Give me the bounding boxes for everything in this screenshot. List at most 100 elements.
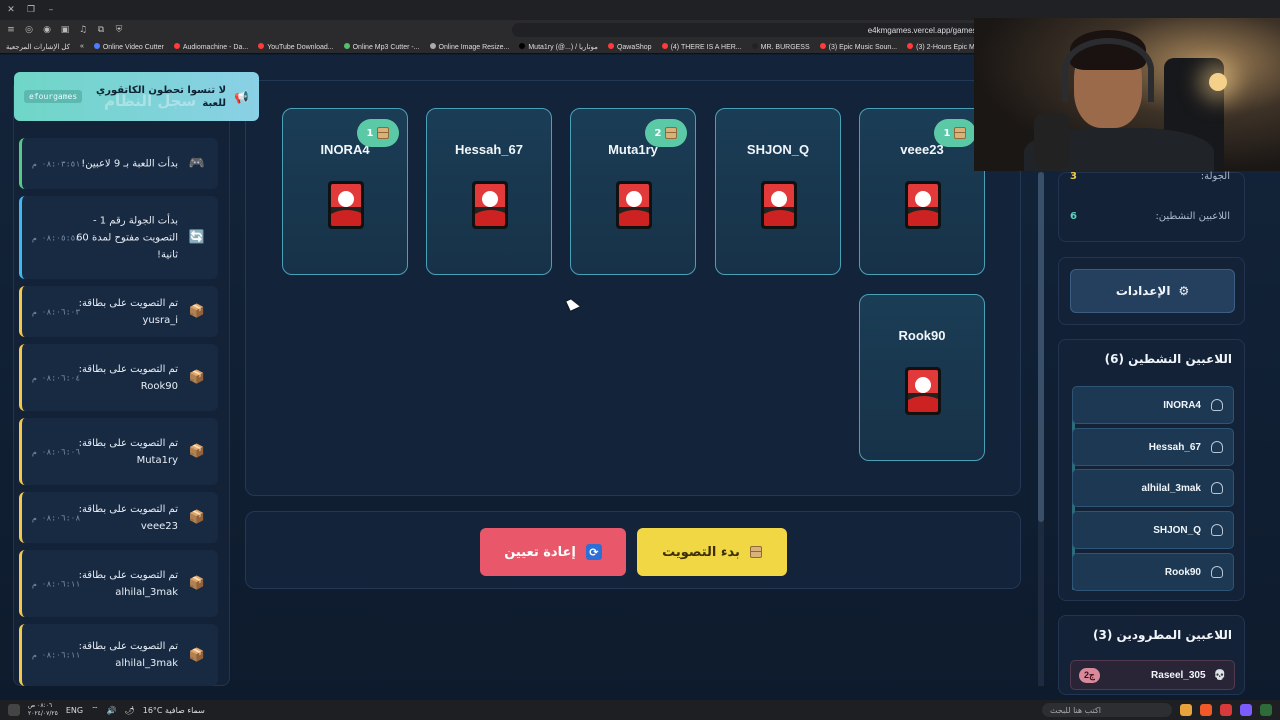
active-player-name: alhilal_3mak <box>1141 482 1201 494</box>
gear-icon: ⚙ <box>1178 284 1190 298</box>
user-icon <box>1211 399 1223 411</box>
bookmark-favicon-icon <box>907 42 914 49</box>
bookmark-item[interactable]: Online Mp3 Cutter -... <box>343 42 420 51</box>
player-card[interactable]: INORA4 1 <box>282 108 408 275</box>
bookmark-item[interactable]: Online Video Cutter <box>93 42 164 51</box>
log-entry: ٠٨:٠٣:٥١ م 🎮 بدأت اللعبة بـ 9 لاعبين! <box>19 138 218 189</box>
category-notice: 📢 لا تنسوا تحطون الكاتقوري للعبة efourga… <box>14 72 259 121</box>
volume-icon[interactable]: 🔊 <box>107 706 117 715</box>
tabs-icon[interactable]: ▣ <box>60 25 70 35</box>
active-player-item[interactable]: SHJON_Q <box>1072 511 1234 549</box>
log-type-icon: 📦 <box>188 370 206 385</box>
bookmark-list: Online Video Cutter Audiomachine - Da... Y… <box>93 42 1038 51</box>
active-count-label: اللاعبين النشطين: <box>1155 211 1230 222</box>
active-player-item[interactable]: Hessah_67 <box>1072 428 1234 466</box>
bookmark-favicon-icon <box>343 42 350 49</box>
box-icon <box>377 127 390 139</box>
bookmark-favicon-icon <box>519 42 526 49</box>
bookmark-favicon-icon <box>819 42 826 49</box>
os-taskbar: ٠٨:٠٦ ص ٢٠٢٤/٠٧/٢٥ ENG ⌔ 🔊 🌶 16°C سماء ص… <box>0 700 1280 720</box>
discord-icon[interactable] <box>1240 704 1252 716</box>
app-icon[interactable] <box>1220 704 1232 716</box>
webcam-headset <box>1062 38 1154 102</box>
box-icon <box>749 546 762 558</box>
log-entry: ٠٨:٠٥:٥٤ م 🔄 بدأت الجولة رقم 1 - التصويت م… <box>19 196 218 279</box>
extensions-icon[interactable]: ⧉ <box>96 25 106 35</box>
log-entry: ٠٨:٠٦:٠٣ م 📦 تم التصويت على بطاقة: yusra_i <box>19 286 218 337</box>
card-face-icon <box>761 181 797 229</box>
minimize-window-icon[interactable]: – <box>46 5 56 15</box>
bookmark-all[interactable]: كل الإشارات المرجعية <box>6 43 70 51</box>
player-card[interactable]: Muta1ry 2 <box>570 108 696 275</box>
bookmark-item[interactable]: MR. BURGESS <box>751 42 810 51</box>
action-bar: ⟳ إعادة تعيين بدء التصويت <box>245 511 1021 589</box>
file-explorer-icon[interactable] <box>1180 704 1192 716</box>
round-value: 3 <box>1070 171 1077 182</box>
active-player-item[interactable]: Rook90 <box>1072 553 1234 591</box>
log-type-icon: 📦 <box>188 576 206 591</box>
close-window-icon[interactable]: ✕ <box>6 5 16 15</box>
skull-icon: 💀 <box>1213 669 1226 681</box>
bookmarks-more-icon[interactable]: « <box>80 43 84 50</box>
start-voting-button[interactable]: بدء التصويت <box>637 528 787 576</box>
bookmark-item[interactable]: (3) Epic Music Soun... <box>819 42 897 51</box>
shield-icon[interactable]: ⛨ <box>114 25 124 35</box>
card-face-icon <box>616 181 652 229</box>
brave-browser-icon[interactable] <box>1200 704 1212 716</box>
settings-button[interactable]: ⚙ الإعدادات <box>1070 269 1235 313</box>
webcam-lamp <box>1209 73 1227 91</box>
round-row: الجولة: 3 <box>1070 171 1230 182</box>
bookmark-label: (4) THERE IS A HER... <box>670 43 742 51</box>
active-count-row: اللاعبين النشطين: 6 <box>1070 211 1230 222</box>
address-bar[interactable]: e4kmgames.vercel.app/games/assas-cards <box>512 23 1032 37</box>
bookmark-label: QawaShop <box>616 43 652 51</box>
scrollbar-thumb[interactable] <box>1038 172 1044 522</box>
player-card[interactable]: Hessah_67 <box>426 108 552 275</box>
camera-icon[interactable]: ◉ <box>42 25 52 35</box>
notice-tag: efourgames <box>24 90 83 103</box>
active-player-item[interactable]: alhilal_3mak <box>1072 469 1234 507</box>
user-icon <box>1211 566 1223 578</box>
kicked-player-item[interactable]: ج2 Raseel_305 💀 <box>1070 660 1235 690</box>
bookmark-item[interactable]: (3) 2-Hours Epic Mu... <box>907 42 985 51</box>
clock[interactable]: ٠٨:٠٦ ص ٢٠٢٤/٠٧/٢٥ <box>28 702 58 718</box>
bookmark-item[interactable]: QawaShop <box>607 42 652 51</box>
taskbar-search[interactable]: اكتب هنا للبحث <box>1042 703 1172 717</box>
reset-button[interactable]: ⟳ إعادة تعيين <box>480 528 626 576</box>
bookmark-item[interactable]: Audiomachine - Da... <box>173 42 249 51</box>
log-type-icon: 📦 <box>188 510 206 525</box>
player-card[interactable]: Rook90 <box>859 294 985 461</box>
page-scrollbar[interactable] <box>1038 172 1044 686</box>
bookmark-favicon-icon <box>173 42 180 49</box>
log-text: تم التصويت على بطاقة: Muta1ry <box>78 437 178 466</box>
menu-icon[interactable]: ≡ <box>6 25 16 35</box>
vote-count: 1 <box>366 127 374 139</box>
app-icon-2[interactable] <box>1260 704 1272 716</box>
language-indicator[interactable]: ENG <box>66 706 83 715</box>
player-card[interactable]: SHJON_Q <box>715 108 841 275</box>
log-entry: ٠٨:٠٦:١١ م 📦 تم التصويت على بطاقة: alhilal… <box>19 624 218 686</box>
card-player-name: Rook90 <box>898 328 946 343</box>
card-player-name: SHJON_Q <box>746 142 810 157</box>
bookmark-label: Audiomachine - Da... <box>182 43 249 51</box>
bookmark-item[interactable]: Online Image Resize... <box>429 42 509 51</box>
log-text: تم التصويت على بطاقة: alhilal_3mak <box>78 641 178 669</box>
card-face-icon <box>328 181 364 229</box>
log-type-icon: 📦 <box>188 304 206 319</box>
bookmark-item[interactable]: YouTube Download... <box>258 42 334 51</box>
location-icon[interactable]: ◎ <box>24 25 34 35</box>
weather-text[interactable]: 16°C سماء صافية <box>143 706 205 715</box>
clock-time: ٠٨:٠٦ ص <box>28 702 53 709</box>
log-entry: ٠٨:٠٦:١١ م 📦 تم التصويت على بطاقة: alhilal… <box>19 550 218 617</box>
wifi-icon[interactable]: ⌔ <box>91 705 99 715</box>
music-icon[interactable]: ♫ <box>78 25 88 35</box>
desktop-icon[interactable] <box>8 704 20 716</box>
active-player-item[interactable]: INORA4 <box>1072 386 1234 424</box>
bookmark-label: MR. BURGESS <box>760 43 810 51</box>
player-card[interactable]: veee23 1 <box>859 108 985 275</box>
bookmark-favicon-icon <box>93 42 100 49</box>
user-icon <box>1211 482 1223 494</box>
bookmark-item[interactable]: Muta1ry (@...) / موتاريا <box>519 42 598 51</box>
restore-window-icon[interactable]: ❐ <box>26 5 36 15</box>
bookmark-item[interactable]: (4) THERE IS A HER... <box>661 42 742 51</box>
